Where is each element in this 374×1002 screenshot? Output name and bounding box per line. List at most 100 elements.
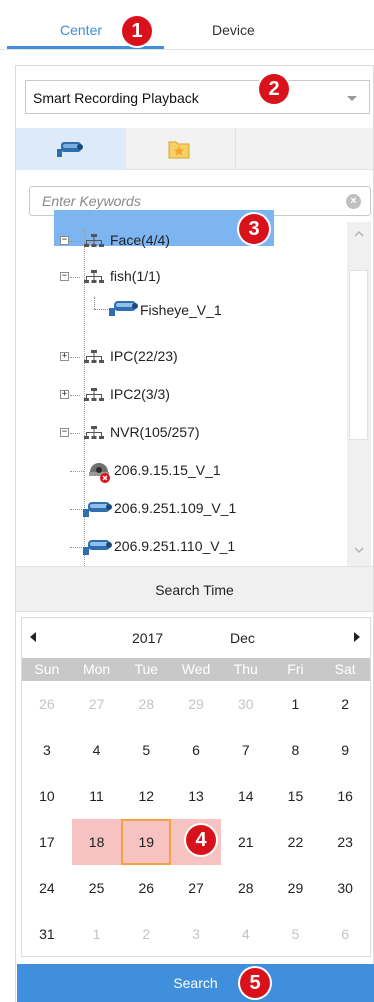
calendar-day-other-month[interactable]: 27: [72, 681, 122, 727]
scrollbar-thumb[interactable]: [349, 270, 368, 440]
calendar-day[interactable]: 8: [271, 727, 321, 773]
weekday-label: Sun: [34, 661, 60, 677]
calendar-day[interactable]: 22: [271, 819, 321, 865]
calendar-day[interactable]: 13: [171, 773, 221, 819]
calendar-header: 2017 Dec: [22, 618, 370, 658]
keyword-search-input[interactable]: [42, 192, 332, 210]
calendar-day-selected[interactable]: 19: [121, 819, 172, 865]
camera-icon: [109, 301, 138, 316]
calendar-day-other-month[interactable]: 6: [320, 911, 370, 957]
next-month-icon[interactable]: [354, 632, 360, 642]
tree-node-label: 206.9.251.110_V_1: [114, 538, 236, 554]
calendar-day[interactable]: 30: [320, 865, 370, 911]
calendar-day[interactable]: 6: [171, 727, 221, 773]
tree-connector: [70, 433, 80, 434]
calendar-day[interactable]: 10: [22, 773, 72, 819]
calendar-day-with-recording[interactable]: 18: [71, 819, 122, 865]
tree-node-label: Fisheye_V_1: [140, 302, 222, 318]
calendar-day[interactable]: 11: [72, 773, 122, 819]
calendar-day[interactable]: 23: [320, 819, 370, 865]
tree-scrollbar[interactable]: [347, 222, 371, 566]
calendar-day[interactable]: 5: [121, 727, 171, 773]
calendar-day[interactable]: 3: [22, 727, 72, 773]
tree-connector: [70, 277, 80, 278]
calendar-day-other-month[interactable]: 5: [271, 911, 321, 957]
expand-collapse-icon[interactable]: −: [60, 428, 69, 437]
calendar-day-other-month[interactable]: 1: [72, 911, 122, 957]
tree-node-camera[interactable]: 206.9.251.109_V_1: [16, 490, 346, 528]
calendar-day[interactable]: 16: [320, 773, 370, 819]
search-button[interactable]: Search: [17, 964, 374, 1002]
tree-node-fish[interactable]: − fish(1/1): [16, 258, 346, 296]
org-unit-icon: [84, 426, 104, 439]
calendar-day-other-month[interactable]: 4: [221, 911, 271, 957]
tree-node-label: fish(1/1): [110, 268, 161, 284]
tree-node-label: IPC(22/23): [110, 348, 178, 364]
clear-icon[interactable]: ×: [346, 194, 361, 209]
tree-node-fisheye[interactable]: Fisheye_V_1: [16, 222, 276, 318]
tab-cameras[interactable]: [16, 128, 126, 170]
tab-center[interactable]: Center: [60, 22, 102, 38]
calendar-day[interactable]: 2: [320, 681, 370, 727]
tab-favorites[interactable]: [126, 128, 236, 170]
tree-connector: [94, 297, 95, 309]
search-time-header[interactable]: Search Time: [16, 566, 373, 612]
expand-collapse-icon[interactable]: +: [60, 390, 69, 399]
org-unit-icon: [84, 350, 104, 363]
calendar-day[interactable]: 15: [271, 773, 321, 819]
calendar-year[interactable]: 2017: [132, 630, 163, 646]
weekday-label: Sat: [334, 661, 356, 677]
callout-badge-1: 1: [122, 16, 152, 46]
calendar-day[interactable]: 12: [121, 773, 171, 819]
calendar-day[interactable]: 9: [320, 727, 370, 773]
tab-device[interactable]: Device: [212, 22, 255, 38]
calendar-day[interactable]: 31: [22, 911, 72, 957]
previous-month-icon[interactable]: [30, 632, 36, 642]
calendar-day[interactable]: 14: [221, 773, 271, 819]
calendar-day[interactable]: 24: [22, 865, 72, 911]
weekday-label: Fri: [287, 661, 304, 677]
playback-mode-select[interactable]: Smart Recording Playback: [25, 80, 370, 114]
tree-node-nvr[interactable]: − NVR(105/257): [16, 414, 346, 452]
calendar-day-other-month[interactable]: 29: [171, 681, 221, 727]
expand-collapse-icon[interactable]: −: [60, 272, 69, 281]
calendar-day-other-month[interactable]: 28: [121, 681, 171, 727]
expand-collapse-icon[interactable]: +: [60, 352, 69, 361]
chevron-down-icon[interactable]: [353, 544, 365, 556]
calendar-day[interactable]: 17: [22, 819, 72, 865]
calendar-day[interactable]: 28: [221, 865, 271, 911]
tree-node-camera-offline[interactable]: 206.9.15.15_V_1: [16, 452, 346, 490]
tree-node-ipc[interactable]: + IPC(22/23): [16, 338, 346, 376]
callout-badge-3: 3: [239, 214, 269, 244]
tree-node-camera[interactable]: 206.9.251.110_V_1: [16, 528, 346, 566]
calendar-day[interactable]: 27: [171, 865, 221, 911]
calendar-day[interactable]: 29: [271, 865, 321, 911]
calendar-day[interactable]: 26: [121, 865, 171, 911]
calendar-month[interactable]: Dec: [230, 630, 255, 646]
calendar-day[interactable]: 21: [221, 819, 271, 865]
device-tree: − Face(4/4) − fish(1/1) Fisheye_V_1 + IP…: [16, 222, 347, 566]
calendar-day-other-month[interactable]: 2: [121, 911, 171, 957]
calendar-day[interactable]: 25: [72, 865, 122, 911]
calendar-day[interactable]: 1: [271, 681, 321, 727]
tree-node-ipc2[interactable]: + IPC2(3/3): [16, 376, 346, 414]
playback-mode-value: Smart Recording Playback: [33, 90, 199, 106]
top-tabs: Center Device: [0, 0, 374, 50]
camera-icon: [57, 142, 83, 157]
calendar-week: 24 25 26 27 28 29 30: [22, 865, 370, 911]
callout-badge-4: 4: [186, 825, 216, 855]
calendar-week: 26 27 28 29 30 1 2: [22, 681, 370, 727]
calendar-day-other-month[interactable]: 26: [22, 681, 72, 727]
calendar-day-other-month[interactable]: 30: [221, 681, 271, 727]
tree-connector: [94, 309, 108, 310]
calendar-day[interactable]: 4: [72, 727, 122, 773]
calendar-day-other-month[interactable]: 3: [171, 911, 221, 957]
favorites-folder-icon: [168, 141, 190, 159]
chevron-up-icon[interactable]: [353, 228, 365, 240]
tree-node-label: 206.9.15.15_V_1: [114, 462, 221, 478]
calendar-day[interactable]: 7: [221, 727, 271, 773]
weekday-label: Mon: [82, 661, 111, 677]
weekday-label: Wed: [181, 661, 211, 677]
camera-offline-icon: [89, 463, 110, 483]
calendar-week: 31 1 2 3 4 5 6: [22, 911, 370, 957]
